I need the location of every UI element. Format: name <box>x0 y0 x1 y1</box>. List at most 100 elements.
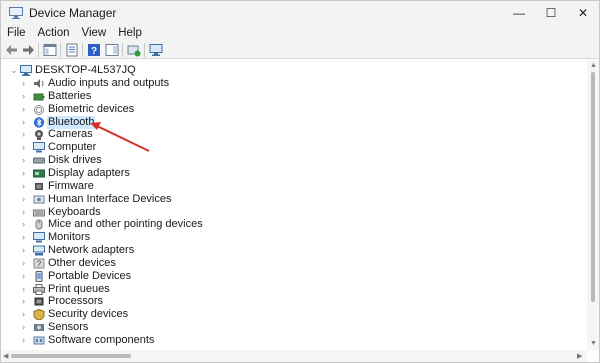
tree-item-label: Bluetooth <box>47 115 96 129</box>
tree-item-sensors[interactable]: › Sensors <box>1 321 581 334</box>
action-pane-icon[interactable] <box>105 43 119 57</box>
chip-icon <box>35 182 43 190</box>
tree-item-cameras[interactable]: › Cameras <box>1 128 581 141</box>
tree-item-computer[interactable]: › Computer <box>1 141 581 154</box>
tree-item-label: Software components <box>48 334 155 346</box>
maximize-button[interactable]: ☐ <box>535 1 567 25</box>
tree-item-processors[interactable]: › Processors <box>1 295 581 308</box>
scan-hardware-changes-icon[interactable] <box>149 43 163 57</box>
help-icon[interactable]: ? <box>87 43 101 57</box>
menu-help[interactable]: Help <box>112 25 148 41</box>
sensor-icon <box>34 324 44 332</box>
show-hide-console-tree-icon[interactable] <box>43 43 57 57</box>
scroll-down-arrow-icon[interactable]: ▼ <box>590 340 597 347</box>
tree-item-security-devices[interactable]: › Security devices <box>1 308 581 321</box>
tree-item-bluetooth[interactable]: › Bluetooth <box>1 115 581 129</box>
device-manager-window: Device Manager — ☐ ✕ File Action View He… <box>0 0 600 363</box>
expand-chevron-icon[interactable]: › <box>22 334 25 347</box>
tree-item-portable-devices[interactable]: › Portable Devices <box>1 270 581 283</box>
expand-chevron-icon[interactable]: › <box>22 257 25 270</box>
expand-chevron-icon[interactable]: › <box>22 193 25 206</box>
tree-item-label: Human Interface Devices <box>48 192 172 205</box>
battery-icon <box>33 93 45 101</box>
tree-item-batteries[interactable]: › Batteries <box>1 90 581 103</box>
horizontal-scroll-thumb[interactable] <box>11 354 131 358</box>
minimize-button[interactable]: — <box>503 1 535 25</box>
scroll-up-arrow-icon[interactable]: ▲ <box>590 62 597 69</box>
back-arrow-icon[interactable] <box>5 43 19 57</box>
device-tree: ⌄ DESKTOP-4L537JQ › Audio inputs and outp… <box>1 60 587 350</box>
expand-chevron-icon[interactable]: › <box>22 308 25 321</box>
mouse-icon <box>35 219 43 230</box>
expand-chevron-icon[interactable]: › <box>22 167 25 180</box>
device-manager-app-icon <box>9 7 23 19</box>
keyboard-icon <box>33 209 45 216</box>
expand-chevron-icon[interactable]: › <box>22 116 25 129</box>
horizontal-scrollbar[interactable]: ◀ ▶ <box>1 350 587 362</box>
vertical-scrollbar[interactable]: ▲ ▼ <box>587 60 599 350</box>
tree-item-firmware[interactable]: › Firmware <box>1 180 581 193</box>
tree-item-label: Monitors <box>48 231 91 244</box>
close-button[interactable]: ✕ <box>567 1 599 25</box>
toolbar-separator <box>38 43 39 57</box>
expand-chevron-icon[interactable]: › <box>22 218 25 231</box>
expand-chevron-icon[interactable]: › <box>22 180 25 193</box>
vertical-scroll-thumb[interactable] <box>591 72 595 302</box>
tree-item-network-adapters[interactable]: › Network adapters <box>1 244 581 257</box>
update-driver-icon[interactable] <box>127 43 141 57</box>
forward-arrow-icon[interactable] <box>21 43 35 57</box>
display-adapter-icon <box>33 169 45 178</box>
portable-device-icon <box>35 270 43 282</box>
expand-chevron-icon[interactable]: › <box>22 141 25 154</box>
tree-item-human-interface-devices[interactable]: › Human Interface Devices <box>1 193 581 206</box>
title-bar[interactable]: Device Manager — ☐ ✕ <box>1 1 599 25</box>
hid-icon <box>33 195 45 204</box>
toolbar-separator <box>60 43 61 57</box>
network-icon <box>33 245 45 256</box>
tree-item-other-devices[interactable]: ›? Other devices <box>1 257 581 270</box>
tree-item-print-queues[interactable]: › Print queues <box>1 283 581 296</box>
tree-item-audio-inputs-and-outputs[interactable]: › Audio inputs and outputs <box>1 77 581 90</box>
tree-item-label: Computer <box>48 141 97 154</box>
collapse-chevron-icon[interactable]: ⌄ <box>10 64 18 77</box>
expand-chevron-icon[interactable]: › <box>22 321 25 334</box>
svg-text:?: ? <box>37 259 42 268</box>
tree-item-display-adapters[interactable]: › Display adapters <box>1 167 581 180</box>
expand-chevron-icon[interactable]: › <box>22 77 25 90</box>
scroll-left-arrow-icon[interactable]: ◀ <box>3 352 8 360</box>
tree-item-monitors[interactable]: › Monitors <box>1 231 581 244</box>
properties-icon[interactable] <box>65 43 79 57</box>
expand-chevron-icon[interactable]: › <box>22 231 25 244</box>
tree-root-node[interactable]: ⌄ DESKTOP-4L537JQ <box>1 64 581 77</box>
expand-chevron-icon[interactable]: › <box>22 206 25 219</box>
expand-chevron-icon[interactable]: › <box>22 295 25 308</box>
scroll-right-arrow-icon[interactable]: ▶ <box>577 352 582 360</box>
expand-chevron-icon[interactable]: › <box>22 103 25 116</box>
expand-chevron-icon[interactable]: › <box>22 128 25 141</box>
menu-bar: File Action View Help <box>1 25 599 41</box>
menu-file[interactable]: File <box>1 25 32 41</box>
tree-item-mice-and-other-pointing-devices[interactable]: › Mice and other pointing devices <box>1 218 581 231</box>
tree-item-label: Cameras <box>48 128 93 141</box>
tree-item-label: Mice and other pointing devices <box>48 218 203 231</box>
component-icon <box>33 336 45 345</box>
toolbar-separator <box>82 43 83 57</box>
camera-icon <box>35 130 43 141</box>
expand-chevron-icon[interactable]: › <box>22 90 25 103</box>
toolbar-separator <box>122 43 123 57</box>
expand-chevron-icon[interactable]: › <box>22 244 25 257</box>
tree-item-keyboards[interactable]: › Keyboards <box>1 206 581 219</box>
processor-icon <box>34 297 44 306</box>
tree-item-biometric-devices[interactable]: › Biometric devices <box>1 103 581 116</box>
tree-item-software-components[interactable]: › Software components <box>1 334 581 347</box>
tree-item-disk-drives[interactable]: › Disk drives <box>1 154 581 167</box>
menu-action[interactable]: Action <box>32 25 76 41</box>
tree-item-label: Firmware <box>48 179 94 192</box>
menu-view[interactable]: View <box>76 25 113 41</box>
expand-chevron-icon[interactable]: › <box>22 154 25 167</box>
window-title: Device Manager <box>29 6 117 20</box>
unknown-device-icon: ? <box>33 258 45 269</box>
tree-item-label: Sensors <box>48 321 89 334</box>
expand-chevron-icon[interactable]: › <box>22 270 25 283</box>
expand-chevron-icon[interactable]: › <box>22 283 25 296</box>
